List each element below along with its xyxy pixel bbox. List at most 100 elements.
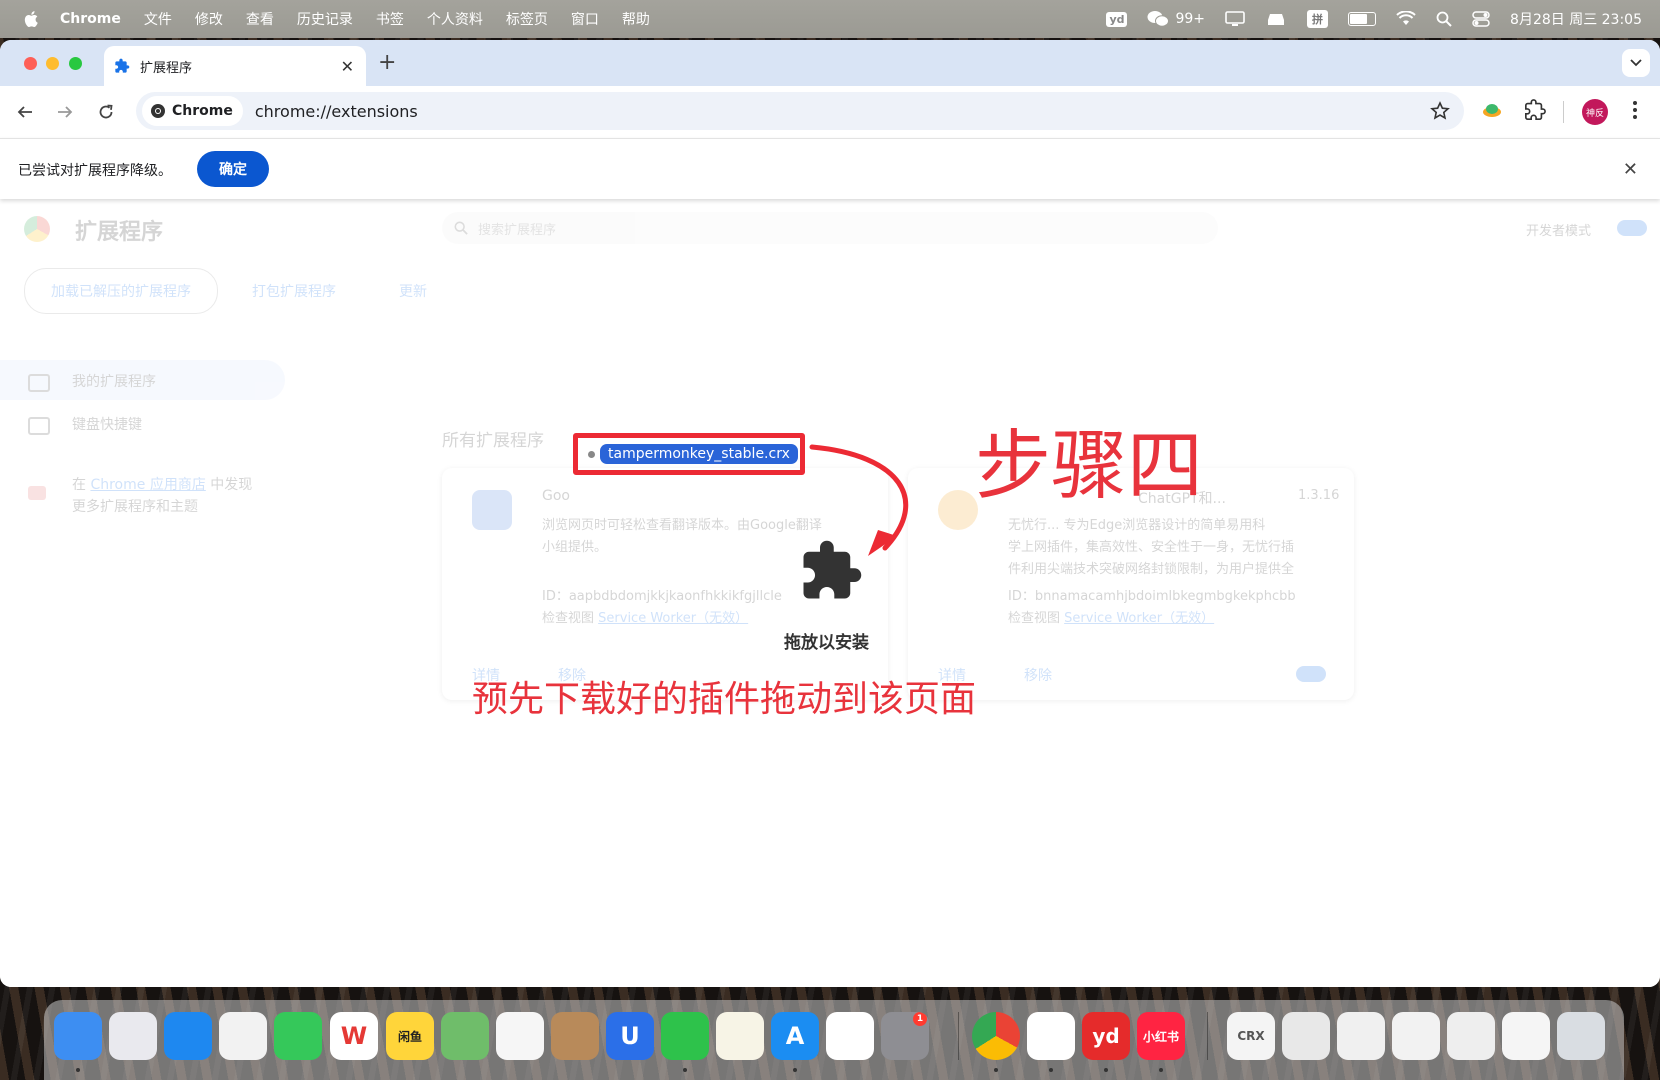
infobar-close-icon[interactable]: ✕ xyxy=(1623,159,1638,180)
dock-recent-4-icon[interactable] xyxy=(1447,1012,1495,1060)
dock-app-label: CRX xyxy=(1237,1029,1265,1043)
site-info-chip[interactable]: Chrome xyxy=(142,96,243,126)
forward-button[interactable] xyxy=(51,98,79,126)
menu-bookmarks[interactable]: 书签 xyxy=(376,9,404,29)
url-text[interactable]: chrome://extensions xyxy=(255,102,418,121)
developer-mode-toggle[interactable] xyxy=(1617,220,1647,236)
wechat-status[interactable]: 99+ xyxy=(1147,10,1205,28)
store-link[interactable]: Chrome 应用商店 xyxy=(90,477,205,493)
file-icon xyxy=(588,450,595,458)
dock-system-settings-icon[interactable]: 1 xyxy=(881,1012,929,1060)
dock-launchpad-icon[interactable] xyxy=(109,1012,157,1060)
infobar-message: 已尝试对扩展程序降级。 xyxy=(18,163,172,179)
dock-vector-icon[interactable] xyxy=(1027,1012,1075,1060)
dock-baidu-netdisk-icon[interactable] xyxy=(826,1012,874,1060)
tab-strip: 扩展程序 ✕ + xyxy=(0,40,1660,86)
address-bar[interactable]: Chrome chrome://extensions xyxy=(136,92,1464,130)
dock-notes-icon[interactable] xyxy=(716,1012,764,1060)
profile-avatar[interactable]: 神反 xyxy=(1582,99,1608,125)
menu-profiles[interactable]: 个人资料 xyxy=(427,9,483,29)
service-worker-link[interactable]: Service Worker（无效） xyxy=(598,611,748,626)
apple-menu-icon[interactable] xyxy=(22,9,42,29)
macos-menubar: Chrome 文件 修改 查看 历史记录 书签 个人资料 标签页 窗口 帮助 y… xyxy=(0,0,1660,38)
dock-xiaohongshu-icon[interactable]: 小红书 xyxy=(1137,1012,1185,1060)
dock-running-indicator xyxy=(793,1068,797,1072)
dock-app-label: 小红书 xyxy=(1142,1029,1179,1044)
dock-trash-icon[interactable] xyxy=(1557,1012,1605,1060)
kebab-menu-icon[interactable] xyxy=(1628,99,1642,121)
dock-contacts-icon[interactable] xyxy=(551,1012,599,1060)
dock-crx-file-icon[interactable]: CRX xyxy=(1227,1012,1275,1060)
dock-wps-icon[interactable]: W xyxy=(330,1012,378,1060)
window-close-button[interactable] xyxy=(24,57,37,70)
extension-name: Goo xyxy=(542,488,570,504)
menubar-clock[interactable]: 8月28日 周三 23:05 xyxy=(1510,9,1642,29)
dock-youdao-icon[interactable]: yd xyxy=(1082,1012,1130,1060)
display-icon[interactable] xyxy=(1225,11,1245,27)
bookmark-star-icon[interactable] xyxy=(1430,101,1450,121)
dock-recent-1-icon[interactable] xyxy=(1282,1012,1330,1060)
menu-window[interactable]: 窗口 xyxy=(571,9,599,29)
dock-finder-icon[interactable] xyxy=(54,1012,102,1060)
dock-wechat-icon[interactable] xyxy=(661,1012,709,1060)
dock-recent-5-icon[interactable] xyxy=(1502,1012,1550,1060)
inspect-prefix: 检查视图 xyxy=(542,611,595,626)
extension-enable-toggle[interactable] xyxy=(1296,666,1326,682)
pack-extension-button[interactable]: 打包扩展程序 xyxy=(234,268,354,314)
input-method-icon[interactable]: 拼 xyxy=(1307,10,1329,28)
dock-vpn-icon[interactable]: U xyxy=(606,1012,654,1060)
wifi-icon[interactable] xyxy=(1396,11,1416,27)
tab-search-button[interactable] xyxy=(1622,49,1650,77)
tab-extensions[interactable]: 扩展程序 ✕ xyxy=(104,46,366,86)
youdao-status-icon[interactable]: yd xyxy=(1106,11,1128,27)
remove-button[interactable]: 移除 xyxy=(1024,665,1052,685)
reload-button[interactable] xyxy=(92,98,120,126)
dock-photos-icon[interactable] xyxy=(496,1012,544,1060)
extensions-puzzle-icon[interactable] xyxy=(1524,99,1546,121)
menu-tabs[interactable]: 标签页 xyxy=(506,9,548,29)
extension-search-input[interactable]: 搜索扩展程序 xyxy=(442,212,1218,244)
dock-running-indicator xyxy=(1159,1068,1163,1072)
menu-history[interactable]: 历史记录 xyxy=(297,9,353,29)
service-worker-link[interactable]: Service Worker（无效） xyxy=(1064,611,1214,626)
dock-quicktime-icon[interactable] xyxy=(219,1012,267,1060)
sidebar-item-keyboard-shortcuts[interactable]: 键盘快捷键 xyxy=(72,414,142,434)
keyboard-icon xyxy=(28,417,50,435)
dock-app-store-icon[interactable]: A xyxy=(771,1012,819,1060)
dock-xianyu-icon[interactable]: 闲鱼 xyxy=(386,1012,434,1060)
dock-recent-3-icon[interactable] xyxy=(1392,1012,1440,1060)
car-icon[interactable] xyxy=(1265,11,1287,27)
dock-chrome-icon[interactable] xyxy=(972,1012,1020,1060)
menu-app-name[interactable]: Chrome xyxy=(60,11,121,27)
developer-mode-label: 开发者模式 xyxy=(1526,224,1592,239)
dragged-file-name[interactable]: tampermonkey_stable.crx xyxy=(600,444,798,464)
window-maximize-button[interactable] xyxy=(69,57,82,70)
control-center-icon[interactable] xyxy=(1472,11,1490,27)
all-extensions-heading: 所有扩展程序 xyxy=(442,431,544,451)
new-tab-button[interactable]: + xyxy=(378,50,396,75)
spotlight-search-icon[interactable] xyxy=(1436,11,1452,27)
tab-close-icon[interactable]: ✕ xyxy=(341,57,354,76)
battery-icon[interactable] xyxy=(1348,12,1377,26)
dragged-file-highlight: tampermonkey_stable.crx xyxy=(573,433,805,475)
update-button[interactable]: 更新 xyxy=(374,268,452,314)
dock-app-label: yd xyxy=(1092,1024,1120,1048)
extension-id: ID：bnnamacamhjbdoimlbkegmbgkekphcbb xyxy=(1008,589,1296,604)
dock-safari-icon[interactable] xyxy=(164,1012,212,1060)
back-button[interactable] xyxy=(11,98,39,126)
extension-description-2: 小组提供。 xyxy=(542,540,608,555)
dock-messages-icon[interactable] xyxy=(274,1012,322,1060)
cloud-extension-icon[interactable] xyxy=(1481,99,1503,121)
dock-recent-2-icon[interactable] xyxy=(1337,1012,1385,1060)
infobar-ok-button[interactable]: 确定 xyxy=(197,151,269,187)
dock-maps-icon[interactable] xyxy=(441,1012,489,1060)
menu-help[interactable]: 帮助 xyxy=(622,9,650,29)
reload-icon xyxy=(99,104,113,119)
dock-running-indicator xyxy=(1104,1068,1108,1072)
sidebar-item-my-extensions[interactable]: 我的扩展程序 xyxy=(72,371,156,391)
window-minimize-button[interactable] xyxy=(46,57,59,70)
menu-edit[interactable]: 修改 xyxy=(195,9,223,29)
menu-view[interactable]: 查看 xyxy=(246,9,274,29)
load-unpacked-button[interactable]: 加载已解压的扩展程序 xyxy=(24,268,218,314)
menu-file[interactable]: 文件 xyxy=(144,9,172,29)
